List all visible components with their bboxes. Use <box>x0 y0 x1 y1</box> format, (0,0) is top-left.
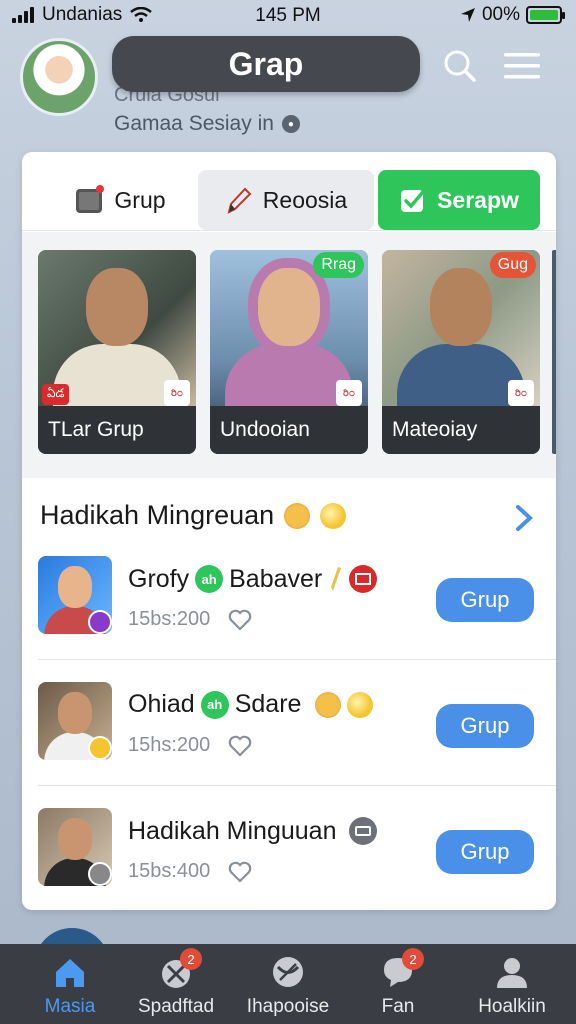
row-avatar <box>38 682 112 760</box>
nav-label: Hoalkiin <box>478 996 546 1017</box>
row-meta: 15bs:400 <box>128 860 252 883</box>
bottom-nav: Masia 2 Spadftad Ihapooise 2 Fan Hoalkii… <box>0 944 576 1024</box>
row-name: Hadikah Minguuan <box>128 816 337 845</box>
group-badge: Rrag <box>313 252 364 278</box>
tab-bar: Grup Reoosia Serapw <box>22 170 556 230</box>
tab-grup[interactable]: Grup <box>40 170 200 230</box>
row-avatar <box>38 808 112 886</box>
divider <box>22 230 556 231</box>
header-subtitle: Gamaa Sesiay in ● <box>114 112 300 136</box>
list-item[interactable]: Grofy ah Babaver 15bs:200 Grup <box>22 534 556 660</box>
card-badge-icon <box>349 817 378 845</box>
tab-label: Grup <box>114 186 166 213</box>
row-name: Ohiad <box>128 690 195 718</box>
chevron-right-icon[interactable] <box>514 504 534 532</box>
check-icon <box>401 190 425 212</box>
smile-emoji-icon <box>347 691 374 718</box>
join-button[interactable]: Grup <box>436 830 534 874</box>
main-card: Grup Reoosia Serapw ఏడ ರಿ೦ TLar Grup Rra… <box>22 152 556 910</box>
row-count: 15bs:400 <box>128 860 211 882</box>
nav-spadftad[interactable]: 2 Spadftad <box>128 948 224 1024</box>
menu-button[interactable] <box>500 44 544 88</box>
nav-label: Spadftad <box>137 996 215 1017</box>
row-title: Hadikah Minguuan <box>128 816 378 846</box>
nav-masia[interactable]: Masia <box>22 952 118 1024</box>
row-name-secondary: Sdare <box>234 690 302 718</box>
nav-label: Fan <box>381 996 415 1017</box>
row-title: Ohiad ah Sdare <box>128 690 374 719</box>
group-card[interactable]: ఏడ ರಿ೦ TLar Grup <box>38 250 196 454</box>
row-avatar <box>38 556 112 634</box>
nav-hoalkiin[interactable]: Hoalkiin <box>458 952 566 1024</box>
join-button[interactable]: Grup <box>436 704 534 748</box>
group-label: Mateoiay <box>382 406 540 454</box>
row-meta: 15bs:200 <box>128 608 252 631</box>
tab-label: Serapw <box>437 186 519 213</box>
row-name: Grofy <box>128 564 190 593</box>
page-title: Grap <box>112 36 420 92</box>
nav-ihapooise[interactable]: Ihapooise <box>236 952 340 1024</box>
status-pill: ah <box>195 565 224 593</box>
subtitle-text: Gamaa Sesiay in <box>114 112 274 135</box>
group-badge: Gug <box>489 252 536 278</box>
notification-badge: 2 <box>180 948 202 970</box>
nav-label: Masia <box>44 996 96 1017</box>
chat-icon: 2 <box>378 948 424 992</box>
join-button[interactable]: Grup <box>436 578 534 622</box>
row-title: Grofy ah Babaver <box>128 564 378 594</box>
group-carousel[interactable]: ఏడ ರಿ೦ TLar Grup Rrag ರಿ೦ Undooian Gug ರ… <box>22 232 556 478</box>
battery-icon <box>526 6 565 24</box>
group-label: Undooian <box>210 406 368 454</box>
pencil-emoji-icon <box>331 567 342 591</box>
globe-icon <box>268 952 308 992</box>
group-card[interactable]: Gug ರಿ೦ Mateoiay <box>382 250 540 454</box>
pencil-icon <box>227 187 252 214</box>
nav-fan[interactable]: 2 Fan <box>352 948 444 1024</box>
tab-serapw[interactable]: Serapw <box>378 170 540 230</box>
group-label: TLar Grup <box>38 406 196 454</box>
row-name-secondary: Babaver <box>229 564 323 593</box>
person-icon <box>492 952 532 992</box>
nav-label: Ihapooise <box>246 996 330 1017</box>
smile-emoji-icon <box>320 502 347 529</box>
list-item[interactable]: Ohiad ah Sdare 15hs:200 Grup <box>22 660 556 786</box>
profile-avatar[interactable] <box>20 38 98 116</box>
home-icon <box>50 952 90 992</box>
location-icon <box>460 8 475 22</box>
section-header: Hadikah Mingreuan <box>40 500 347 531</box>
red-badge-icon <box>349 565 378 593</box>
tab-label: Reoosia <box>262 186 348 213</box>
section-title: Hadikah Mingreuan <box>40 500 275 530</box>
cat-emoji-icon <box>315 691 342 718</box>
tab-reoosia[interactable]: Reoosia <box>198 170 374 230</box>
heart-icon[interactable] <box>228 735 252 757</box>
group-box-icon <box>76 185 105 213</box>
row-meta: 15hs:200 <box>128 734 252 757</box>
heart-icon[interactable] <box>228 609 252 631</box>
group-mini-icon: ರಿ೦ <box>164 380 190 406</box>
notification-badge: 2 <box>402 948 424 970</box>
group-flag: ఏడ <box>42 384 70 405</box>
search-icon <box>444 50 476 82</box>
status-pill: ah <box>200 690 229 719</box>
cat-emoji-icon <box>284 502 311 529</box>
hamburger-icon <box>504 53 540 79</box>
info-icon[interactable]: ● <box>281 115 300 133</box>
battery-percent: 00% <box>481 4 520 25</box>
heart-icon[interactable] <box>228 861 252 883</box>
row-count: 15bs:200 <box>128 608 211 630</box>
group-mini-icon: ರಿ೦ <box>508 380 534 406</box>
row-count: 15hs:200 <box>128 734 211 756</box>
satellite-icon: 2 <box>156 948 202 992</box>
status-bar: Undanias 145 PM 00% <box>0 0 576 32</box>
group-mini-icon: ರಿ೦ <box>336 380 362 406</box>
search-button[interactable] <box>438 44 482 88</box>
group-card[interactable]: Rrag ರಿ೦ Undooian <box>210 250 368 454</box>
list-item[interactable]: Hadikah Minguuan 15bs:400 Grup <box>22 786 556 910</box>
